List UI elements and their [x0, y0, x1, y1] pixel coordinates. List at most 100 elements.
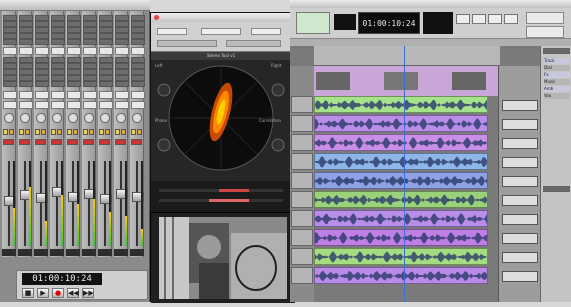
output-selector[interactable] [99, 101, 113, 109]
track-name-plate[interactable] [34, 249, 48, 256]
track-list-item[interactable]: Dial [544, 65, 570, 71]
track-header[interactable] [291, 172, 313, 189]
timeline-ruler[interactable] [314, 46, 500, 66]
track-header[interactable] [291, 229, 313, 246]
automation-button[interactable] [157, 40, 217, 47]
insert-slot[interactable] [502, 176, 538, 187]
audio-region[interactable] [314, 115, 488, 132]
input-selector[interactable] [67, 47, 81, 55]
audio-region[interactable] [314, 210, 488, 227]
solo-button[interactable] [131, 129, 136, 135]
pan-knob[interactable] [84, 113, 94, 123]
grid-selector[interactable] [526, 12, 564, 24]
playhead-cursor[interactable] [404, 46, 405, 302]
io-selector[interactable] [3, 91, 17, 99]
output-selector[interactable] [115, 101, 129, 109]
record-enable-button[interactable] [35, 139, 46, 145]
mix-window-titlebar[interactable] [0, 0, 150, 11]
play-button[interactable]: ▶ [37, 288, 49, 298]
insert-slot[interactable] [502, 138, 538, 149]
solo-button[interactable] [83, 129, 88, 135]
compare-button[interactable] [251, 28, 281, 35]
insert-slot[interactable] [502, 119, 538, 130]
insert-slot[interactable] [502, 100, 538, 111]
plugin-selector[interactable] [201, 28, 241, 35]
send-slot[interactable] [131, 81, 145, 87]
zoom-button[interactable] [456, 14, 470, 24]
solo-button[interactable] [19, 129, 24, 135]
output-selector[interactable] [3, 101, 17, 109]
solo-button[interactable] [35, 129, 40, 135]
track-name-plate[interactable] [50, 249, 64, 256]
io-selector[interactable] [115, 91, 129, 99]
track-name-plate[interactable] [2, 249, 16, 256]
send-slot[interactable] [51, 81, 65, 87]
insert-slot[interactable] [51, 39, 65, 45]
track-list-item[interactable]: Track [544, 58, 570, 64]
audio-region[interactable] [314, 172, 488, 189]
output-selector[interactable] [67, 101, 81, 109]
send-slot[interactable] [35, 81, 49, 87]
mute-button[interactable] [25, 129, 30, 135]
track-name-plate[interactable] [98, 249, 112, 256]
track-header[interactable] [291, 267, 313, 284]
audio-region[interactable] [314, 229, 488, 246]
track-header[interactable] [291, 248, 313, 265]
solo-button[interactable] [115, 129, 120, 135]
track-name-plate[interactable] [82, 249, 96, 256]
solo-button[interactable] [67, 129, 72, 135]
solo-button[interactable] [51, 129, 56, 135]
track-list-item[interactable]: Fx [544, 72, 570, 78]
output-selector[interactable] [51, 101, 65, 109]
insert-slot[interactable] [115, 39, 129, 45]
send-slot[interactable] [99, 81, 113, 87]
audio-region[interactable] [314, 191, 488, 208]
trim-tool-button[interactable] [472, 14, 486, 24]
audio-region[interactable] [314, 153, 488, 170]
audio-region[interactable] [314, 248, 488, 265]
record-enable-button[interactable] [3, 139, 14, 145]
send-slot[interactable] [115, 81, 129, 87]
io-selector[interactable] [83, 91, 97, 99]
mute-button[interactable] [41, 129, 46, 135]
send-slot[interactable] [3, 81, 17, 87]
edit-window-titlebar[interactable] [290, 0, 571, 8]
pan-knob[interactable] [100, 113, 110, 123]
input-selector[interactable] [3, 47, 17, 55]
solo-button[interactable] [3, 129, 8, 135]
track-name-plate[interactable] [18, 249, 32, 256]
send-slot[interactable] [67, 81, 81, 87]
insert-slot[interactable] [502, 195, 538, 206]
io-selector[interactable] [99, 91, 113, 99]
io-selector[interactable] [19, 91, 33, 99]
send-slot[interactable] [19, 81, 33, 87]
track-name-plate[interactable] [130, 249, 144, 256]
insert-slot[interactable] [67, 39, 81, 45]
io-selector[interactable] [51, 91, 65, 99]
mute-button[interactable] [9, 129, 14, 135]
mute-button[interactable] [105, 129, 110, 135]
mute-button[interactable] [137, 129, 142, 135]
record-enable-button[interactable] [99, 139, 110, 145]
mute-button[interactable] [89, 129, 94, 135]
track-list-item[interactable]: Amb [544, 86, 570, 92]
track-header[interactable] [291, 210, 313, 227]
record-enable-button[interactable] [83, 139, 94, 145]
pan-knob[interactable] [36, 113, 46, 123]
pan-knob[interactable] [4, 113, 14, 123]
track-header[interactable] [291, 96, 313, 113]
io-selector[interactable] [35, 91, 49, 99]
input-selector[interactable] [99, 47, 113, 55]
record-enable-button[interactable] [19, 139, 30, 145]
insert-slot[interactable] [502, 233, 538, 244]
record-enable-button[interactable] [51, 139, 62, 145]
preset-selector[interactable] [157, 28, 187, 35]
record-button[interactable]: ● [52, 288, 64, 298]
plugin-titlebar[interactable] [151, 13, 291, 22]
input-selector[interactable] [131, 47, 145, 55]
input-selector[interactable] [19, 47, 33, 55]
input-selector[interactable] [83, 47, 97, 55]
send-slot[interactable] [83, 81, 97, 87]
video-track-region[interactable] [314, 66, 500, 96]
mute-button[interactable] [121, 129, 126, 135]
